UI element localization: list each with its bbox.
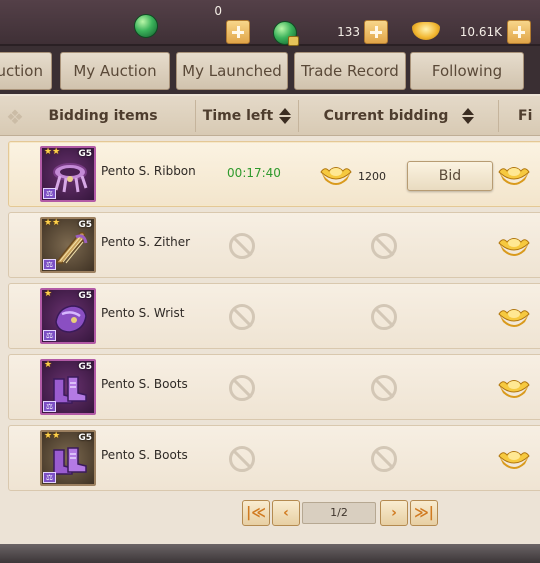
tab-auction[interactable]: uction <box>0 52 52 90</box>
add-jade-button[interactable] <box>226 20 250 44</box>
gold-ingot-icon <box>498 380 530 398</box>
item-slot: ★★ G5 ⚖ <box>40 146 96 202</box>
tab-trade-record[interactable]: Trade Record <box>294 52 406 90</box>
unavailable-icon <box>229 233 255 259</box>
table-row[interactable]: ★★ G5 ⚖ Pento S. Ribbon 00:17:40 1200 Bi… <box>8 141 540 207</box>
column-current-bidding[interactable]: Current bidding <box>300 96 498 136</box>
page-indicator: 1/2 <box>302 502 376 524</box>
column-bidding-items: Bidding items <box>48 108 158 124</box>
column-time-left-label: Time left <box>202 108 274 124</box>
tab-my-launched[interactable]: My Launched <box>176 52 288 90</box>
table-row[interactable]: ★★ G5 ⚖ Pento S. Zither <box>8 212 540 278</box>
sort-icon[interactable] <box>462 108 475 124</box>
last-page-button[interactable]: ≫| <box>410 500 438 526</box>
sort-icon[interactable] <box>279 108 292 124</box>
bound-badge-icon: ⚖ <box>43 330 56 341</box>
table-header: ❖ Bidding items Time left Current biddin… <box>0 96 540 136</box>
star-icon: ★★ <box>44 147 61 157</box>
table-row[interactable]: ★ G5 ⚖ Pento S. Wrist <box>8 283 540 349</box>
gold-ingot-icon <box>498 451 530 469</box>
wrist-guard-icon <box>55 305 87 333</box>
bid-button[interactable]: Bid <box>407 161 493 191</box>
ribbon-icon <box>53 163 88 193</box>
gold-ingot-icon <box>498 167 530 185</box>
jade-value: 0 <box>214 4 222 18</box>
item-slot: ★★ G5 ⚖ <box>40 217 96 273</box>
item-slot: ★ G5 ⚖ <box>40 359 96 415</box>
unavailable-icon <box>371 233 397 259</box>
unavailable-icon <box>371 304 397 330</box>
column-divider <box>498 100 499 132</box>
star-icon: ★★ <box>44 431 61 441</box>
time-left: 00:17:40 <box>227 166 281 180</box>
unavailable-icon <box>229 375 255 401</box>
column-time-left[interactable]: Time left <box>196 96 298 136</box>
gold-ingot-icon <box>498 309 530 327</box>
star-icon: ★ <box>44 360 53 370</box>
next-page-button[interactable]: › <box>380 500 408 526</box>
column-current-bidding-label: Current bidding <box>323 108 449 124</box>
unavailable-icon <box>371 446 397 472</box>
bound-badge-icon: ⚖ <box>43 472 56 483</box>
column-divider <box>298 100 299 132</box>
add-locked-jade-button[interactable] <box>364 20 388 44</box>
item-name: Pento S. Boots <box>101 448 188 462</box>
gold-ingot-icon <box>320 167 352 185</box>
bound-badge-icon: ⚖ <box>43 259 56 270</box>
item-slot: ★★ G5 ⚖ <box>40 430 96 486</box>
locked-jade-value: 133 <box>337 25 360 39</box>
prev-page-button[interactable]: ‹ <box>272 500 300 526</box>
item-name: Pento S. Boots <box>101 377 188 391</box>
pagination: |≪ ‹ 1/2 › ≫| <box>0 496 540 536</box>
tab-my-auction[interactable]: My Auction <box>60 52 170 90</box>
tab-bar: uction My Auction My Launched Trade Reco… <box>0 46 540 94</box>
item-name: Pento S. Wrist <box>101 306 185 320</box>
tab-following[interactable]: Following <box>410 52 524 90</box>
star-icon: ★ <box>44 289 53 299</box>
bound-badge-icon: ⚖ <box>43 401 56 412</box>
current-bid-value: 1200 <box>358 170 386 183</box>
unavailable-icon <box>229 446 255 472</box>
column-fixed-price: Fi <box>518 108 533 124</box>
first-page-button[interactable]: |≪ <box>242 500 270 526</box>
add-gold-button[interactable] <box>507 20 531 44</box>
zither-icon <box>54 231 88 264</box>
bottom-bar <box>0 544 540 563</box>
bound-badge-icon: ⚖ <box>43 188 56 199</box>
table-row[interactable]: ★★ G5 ⚖ Pento S. Boots <box>8 425 540 491</box>
table-row[interactable]: ★ G5 ⚖ Pento S. Boots <box>8 354 540 420</box>
item-name: Pento S. Ribbon <box>101 164 196 178</box>
ornament-icon: ❖ <box>6 105 24 129</box>
boots-icon <box>53 376 87 404</box>
item-name: Pento S. Zither <box>101 235 191 249</box>
currency-bar: 0 133 10.61K <box>0 0 540 46</box>
gold-ingot-icon <box>498 238 530 256</box>
item-slot: ★ G5 ⚖ <box>40 288 96 344</box>
unavailable-icon <box>371 375 397 401</box>
gold-value: 10.61K <box>459 25 502 39</box>
star-icon: ★★ <box>44 218 61 228</box>
unavailable-icon <box>229 304 255 330</box>
boots-icon <box>53 447 87 475</box>
